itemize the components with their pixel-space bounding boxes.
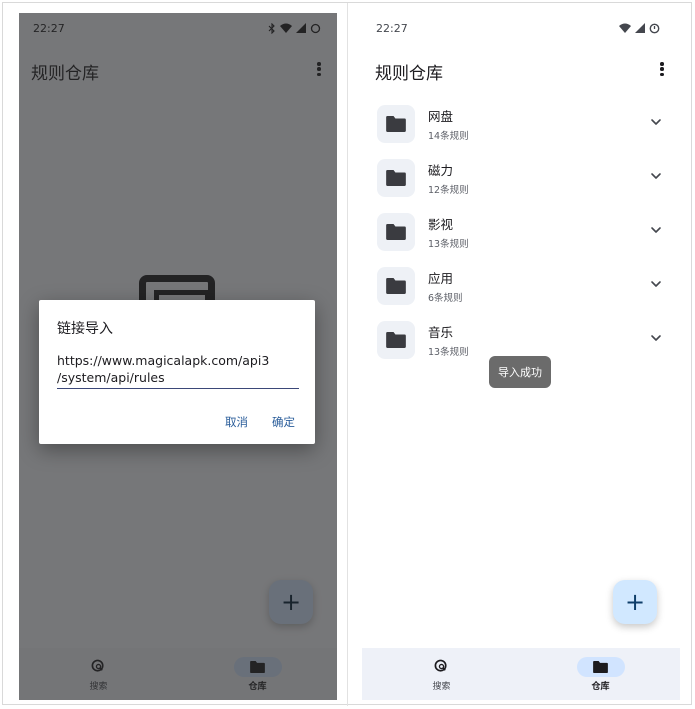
bluetooth-icon [268, 22, 275, 34]
chevron-down-icon[interactable] [649, 115, 663, 129]
nav-item-search[interactable]: 搜索 [362, 648, 521, 700]
toast-message: 导入成功 [489, 356, 551, 388]
wifi-icon [619, 23, 631, 33]
chevron-down-icon[interactable] [649, 223, 663, 237]
nav-item-repository[interactable]: 仓库 [521, 648, 680, 700]
url-input[interactable]: https://www.magicalapk.com/api3 /system/… [57, 352, 299, 389]
folder-icon-container [377, 159, 415, 197]
status-time: 22:27 [376, 21, 408, 35]
confirm-button[interactable]: 确定 [272, 414, 295, 430]
folder-icon [386, 116, 406, 132]
folder-icon [386, 170, 406, 186]
more-options-icon[interactable] [312, 60, 326, 78]
folder-icon-container [377, 321, 415, 359]
repo-rule-count: 13条规则 [428, 347, 469, 358]
page-title: 规则仓库 [375, 64, 443, 84]
repo-text: 影视 13条规则 [428, 214, 469, 250]
nav-label-search: 搜索 [432, 681, 451, 692]
nav-label-repository: 仓库 [248, 681, 267, 692]
repo-name: 网盘 [428, 109, 454, 124]
nav-label-search: 搜索 [89, 681, 108, 692]
nav-pill [75, 657, 123, 677]
signal-icon [296, 23, 306, 33]
repository-list: 网盘 14条规则 磁力 12条规则 影视 13条规则 应用 6条规则 音乐 13条规则 [377, 97, 677, 367]
nav-item-repository[interactable]: 仓库 [178, 648, 337, 700]
wifi-icon [280, 23, 292, 33]
folder-icon-container [377, 267, 415, 305]
repo-list-item[interactable]: 网盘 14条规则 [377, 97, 677, 151]
status-icons [268, 22, 321, 34]
repo-name: 影视 [428, 217, 454, 232]
repo-list-item[interactable]: 影视 13条规则 [377, 205, 677, 259]
link-import-dialog: 链接导入 https://www.magicalapk.com/api3 /sy… [39, 300, 315, 444]
repo-text: 音乐 13条规则 [428, 322, 469, 358]
folder-icon-container [377, 213, 415, 251]
signal-icon [635, 23, 645, 33]
folder-icon-container [377, 105, 415, 143]
nav-pill-active [233, 656, 282, 677]
chevron-down-icon[interactable] [649, 169, 663, 183]
more-options-icon[interactable] [655, 60, 669, 78]
chevron-down-icon[interactable] [649, 331, 663, 345]
repo-list-item[interactable]: 磁力 12条规则 [377, 151, 677, 205]
repo-name: 应用 [428, 271, 454, 286]
nav-item-search[interactable]: 搜索 [19, 648, 178, 700]
screenshot-frame: 22:27 规则仓库 + 搜索 仓库 链接导入 https://www.magi… [2, 2, 692, 706]
bottom-navigation: 搜索 仓库 [19, 648, 337, 700]
status-bar: 22:27 [19, 13, 337, 43]
repo-name: 音乐 [428, 325, 454, 340]
add-repo-fab[interactable]: + [269, 580, 313, 624]
folder-icon [386, 332, 406, 348]
cancel-button[interactable]: 取消 [225, 414, 248, 430]
repo-text: 磁力 12条规则 [428, 160, 469, 196]
search-rule-icon [434, 659, 447, 672]
search-rule-icon [91, 659, 104, 672]
repo-text: 网盘 14条规则 [428, 106, 469, 142]
repo-name: 磁力 [428, 163, 454, 178]
repo-list-item[interactable]: 应用 6条规则 [377, 259, 677, 313]
add-repo-fab[interactable]: + [613, 580, 657, 624]
nav-pill [418, 657, 466, 677]
alarm-icon [649, 23, 660, 33]
repo-text: 应用 6条规则 [428, 268, 463, 304]
dialog-actions: 取消 确定 [225, 414, 295, 430]
repo-rule-count: 12条规则 [428, 185, 469, 196]
nav-pill-active [576, 656, 625, 677]
page-title: 规则仓库 [31, 64, 99, 84]
left-phone-screen: 22:27 规则仓库 + 搜索 仓库 链接导入 https://www.magi… [19, 13, 337, 700]
repo-rule-count: 6条规则 [428, 293, 463, 304]
chevron-down-icon[interactable] [649, 277, 663, 291]
plus-icon: + [280, 588, 302, 616]
repo-rule-count: 14条规则 [428, 131, 469, 142]
folder-icon [593, 660, 608, 673]
repo-rule-count: 13条规则 [428, 239, 469, 250]
battery-ring-icon [310, 23, 321, 33]
panel-divider [347, 3, 348, 706]
folder-icon [386, 278, 406, 294]
nav-label-repository: 仓库 [591, 681, 610, 692]
folder-icon [386, 224, 406, 240]
status-time: 22:27 [33, 21, 65, 35]
bottom-navigation: 搜索 仓库 [362, 648, 680, 700]
status-icons [619, 23, 660, 34]
dialog-title: 链接导入 [57, 321, 113, 337]
folder-icon [250, 660, 265, 673]
plus-icon: + [624, 588, 646, 616]
status-bar: 22:27 [362, 13, 680, 43]
right-phone-screen: 22:27 规则仓库 网盘 14条规则 磁力 12条规则 影视 13条规则 应用 6条规则 音乐… [362, 13, 680, 700]
